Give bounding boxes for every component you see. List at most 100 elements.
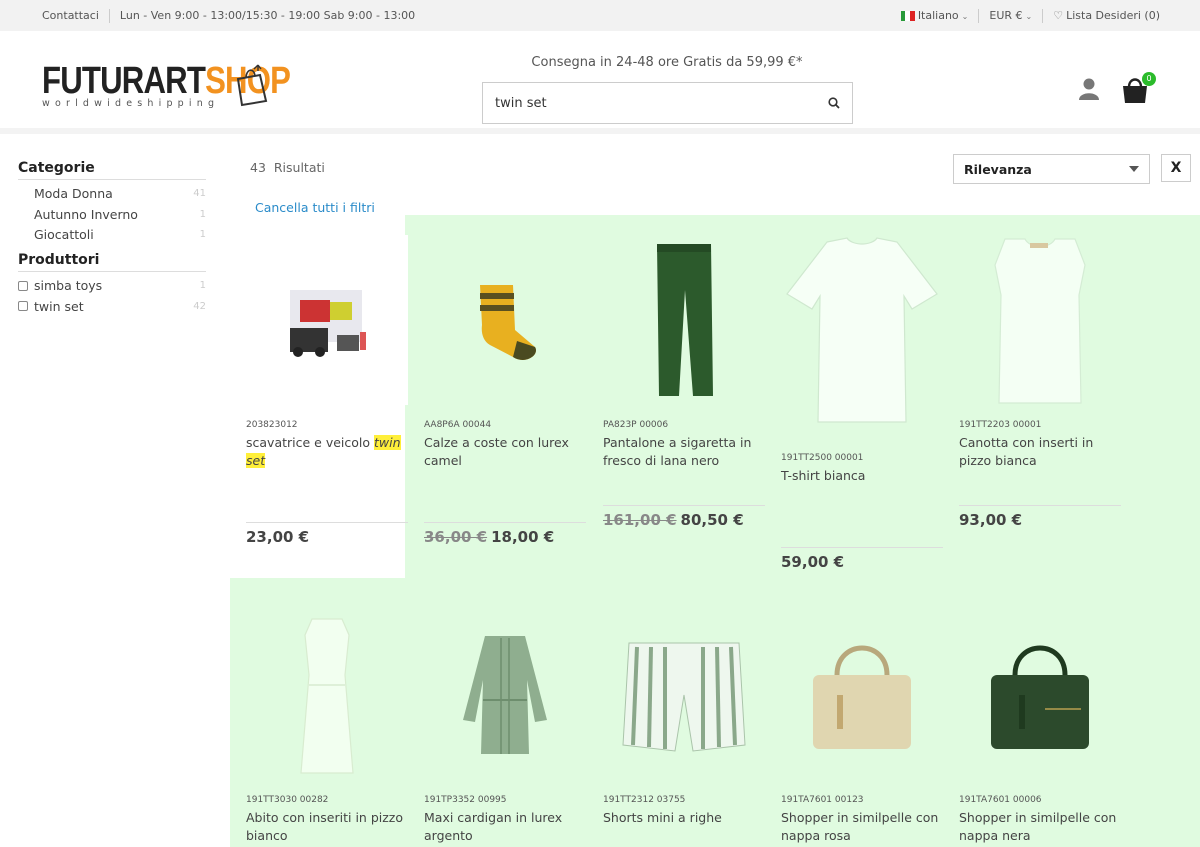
product-sku: 191TA7601 00123 <box>781 795 864 805</box>
chevron-down-icon: ⌄ <box>961 12 969 21</box>
product-card[interactable]: 203823012 scavatrice e veicolo twin set 2… <box>246 235 408 546</box>
product-old-price: 161,00 € <box>603 511 677 529</box>
product-sku: AA8P6A 00044 <box>424 420 492 430</box>
product-card[interactable]: 191TT3030 00282 Abito con inseriti in pi… <box>246 610 408 844</box>
product-card[interactable]: 191TA7601 00006 Shopper in similpelle co… <box>959 610 1121 844</box>
manufacturer-filter[interactable]: twin set 42 <box>18 296 206 317</box>
delivery-info: Consegna in 24-48 ore Gratis da 59,99 €* <box>531 55 803 70</box>
search-icon[interactable] <box>828 97 840 109</box>
sort-value: Rilevanza <box>964 161 1032 177</box>
handbag-image[interactable] <box>781 610 943 780</box>
language-label: Italiano <box>917 9 959 22</box>
price-row: 36,00 €18,00 € <box>424 522 586 546</box>
handbag-image[interactable] <box>959 610 1121 780</box>
product-price: 80,50 € <box>680 511 744 529</box>
clear-filters-link[interactable]: Cancella tutti i filtri <box>255 200 375 215</box>
product-name-text: scavatrice e veicolo <box>246 435 374 450</box>
category-item[interactable]: Moda Donna 41 <box>18 184 206 205</box>
product-name[interactable]: Shopper in similpelle con nappa nera <box>959 809 1121 844</box>
results-number: 43 <box>250 160 266 175</box>
product-old-price: 36,00 € <box>424 528 488 546</box>
product-sku: PA823P 00006 <box>603 420 669 430</box>
filters-sidebar: Categorie Moda Donna 41 Autunno Inverno 1 … <box>18 160 206 317</box>
opening-hours: Lun - Ven 9:00 - 13:00/15:30 - 19:00 Sab… <box>119 9 416 22</box>
product-name[interactable]: Abito con inseriti in pizzo bianco <box>246 809 408 844</box>
product-sku: 191TP3352 00995 <box>424 795 507 805</box>
product-name[interactable]: Shorts mini a righe <box>603 809 765 827</box>
logo-text-main: FUTURART <box>42 60 206 102</box>
manufacturers-heading: Produttori <box>18 252 206 272</box>
manufacturer-count: 42 <box>193 300 206 312</box>
user-account-icon[interactable] <box>1078 77 1100 101</box>
product-sku: 191TT2312 03755 <box>603 795 686 805</box>
product-name[interactable]: Maxi cardigan in lurex argento <box>424 809 586 844</box>
product-name[interactable]: T-shirt bianca <box>781 467 943 485</box>
wishlist-label: Lista Desideri (0) <box>1066 9 1160 22</box>
sort-select[interactable]: Rilevanza <box>953 154 1150 184</box>
site-logo[interactable]: FUTURARTSHOP worldwideshipping <box>42 60 291 121</box>
italy-flag-icon <box>900 11 915 21</box>
product-card[interactable]: 191TA7601 00123 Shopper in similpelle co… <box>781 610 943 844</box>
price-row: 59,00 € <box>781 546 943 571</box>
heart-icon: ♡ <box>1053 9 1064 22</box>
category-item[interactable]: Giocattoli 1 <box>18 225 206 246</box>
product-price: 18,00 € <box>491 528 555 546</box>
product-name[interactable]: Pantalone a sigaretta in fresco di lana … <box>603 434 765 469</box>
categories-heading: Categorie <box>18 160 206 180</box>
product-sku: 203823012 <box>246 420 298 430</box>
product-card[interactable]: PA823P 00006 Pantalone a sigaretta in fr… <box>603 235 765 529</box>
price-row: 93,00 € <box>959 505 1121 529</box>
search-input[interactable]: twin set <box>482 82 853 124</box>
product-name[interactable]: Canotta con inserti in pizzo bianca <box>959 434 1121 469</box>
tank-top-image[interactable] <box>959 235 1121 405</box>
site-header: FUTURARTSHOP worldwideshipping Consegna … <box>0 31 1200 134</box>
wishlist-link[interactable]: ♡ Lista Desideri (0) <box>1053 9 1160 22</box>
chevron-down-icon: ⌄ <box>1025 12 1033 21</box>
manufacturer-filter[interactable]: simba toys 1 <box>18 276 206 297</box>
filter-checkbox[interactable] <box>18 280 28 291</box>
close-button[interactable]: X <box>1161 154 1191 182</box>
gift-bag-icon <box>236 64 268 107</box>
divider <box>108 8 110 23</box>
results-label: Risultati <box>273 160 325 175</box>
dropdown-arrow-icon <box>1129 166 1139 172</box>
toy-box-image[interactable] <box>246 235 408 405</box>
shorts-image[interactable] <box>603 610 765 780</box>
dress-image[interactable] <box>246 610 408 780</box>
divider <box>1042 8 1044 23</box>
results-count: 43 Risultati <box>250 160 325 175</box>
currency-label: EUR € <box>989 9 1023 22</box>
cardigan-image[interactable] <box>424 610 586 780</box>
category-count: 1 <box>199 229 206 240</box>
product-name[interactable]: Shopper in similpelle con nappa rosa <box>781 809 943 844</box>
category-item[interactable]: Autunno Inverno 1 <box>18 205 206 226</box>
manufacturer-label: twin set <box>34 298 84 314</box>
search-highlight: set <box>246 452 266 468</box>
manufacturer-label: simba toys <box>34 278 103 294</box>
product-card[interactable]: AA8P6A 00044 Calze a coste con lurex cam… <box>424 235 586 546</box>
product-card[interactable]: 191TT2312 03755 Shorts mini a righe <box>603 610 765 827</box>
product-card[interactable]: 191TT2203 00001 Canotta con inserti in p… <box>959 235 1121 529</box>
sock-image[interactable] <box>424 235 586 405</box>
divider <box>978 8 980 23</box>
manufacturer-count: 1 <box>199 280 206 292</box>
category-count: 1 <box>199 208 206 220</box>
filter-checkbox[interactable] <box>18 301 28 312</box>
product-sku: 191TT2203 00001 <box>959 420 1042 430</box>
currency-selector[interactable]: EUR € ⌄ <box>989 9 1032 22</box>
product-name[interactable]: scavatrice e veicolo twin set <box>246 434 408 469</box>
price-row: 161,00 €80,50 € <box>603 505 765 529</box>
language-selector[interactable]: Italiano ⌄ <box>900 9 969 22</box>
product-card[interactable]: 191TT2500 00001 T-shirt bianca 59,00 € <box>781 235 943 571</box>
cart-count-badge: 0 <box>1142 72 1156 86</box>
product-name[interactable]: Calze a coste con lurex camel <box>424 434 586 469</box>
product-price: 93,00 € <box>959 511 1023 529</box>
tshirt-image[interactable] <box>781 235 943 423</box>
product-card[interactable]: 191TP3352 00995 Maxi cardigan in lurex a… <box>424 610 586 844</box>
product-sku: 191TT2500 00001 <box>781 453 864 463</box>
price-row: 23,00 € <box>246 522 408 546</box>
product-price: 59,00 € <box>781 552 845 571</box>
category-label: Autunno Inverno <box>34 206 138 222</box>
contact-link[interactable]: Contattaci <box>42 9 99 22</box>
trousers-image[interactable] <box>603 235 765 405</box>
